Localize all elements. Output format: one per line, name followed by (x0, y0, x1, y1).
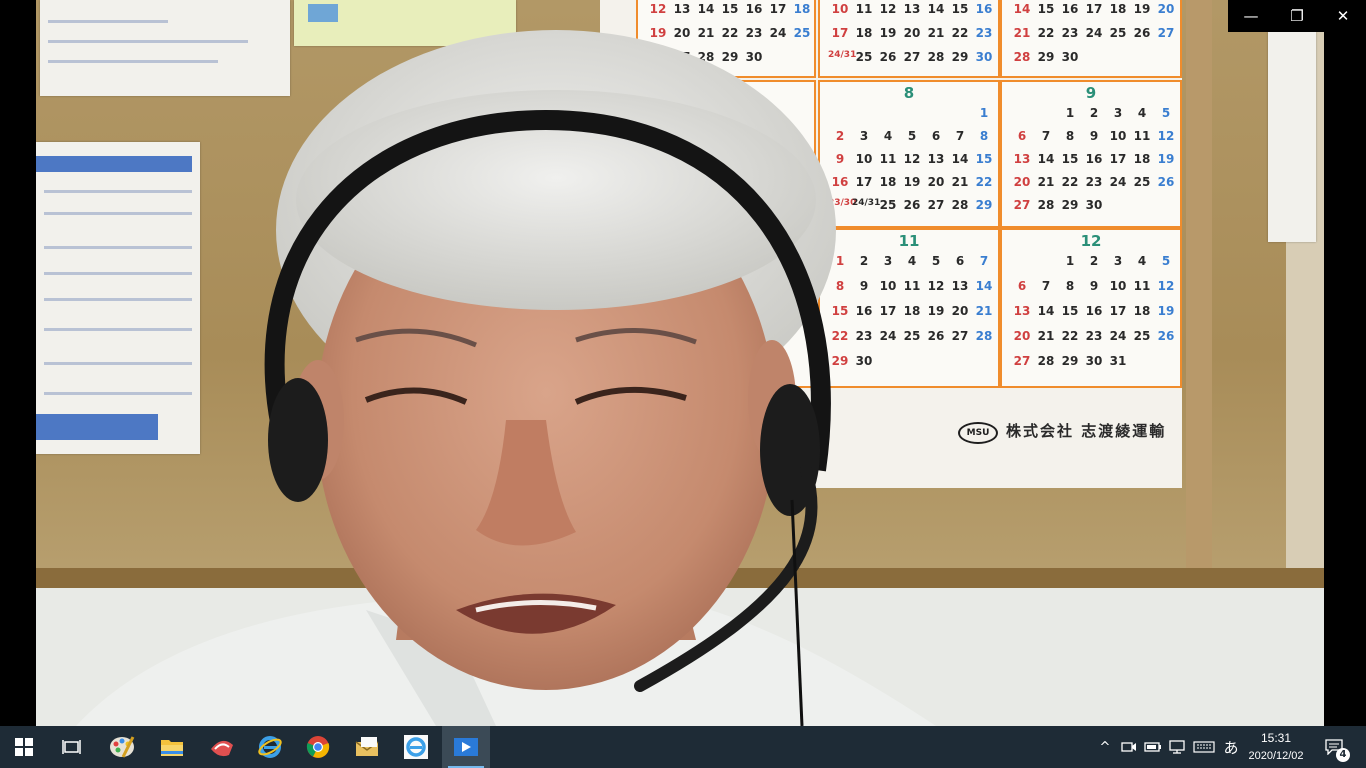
folder-icon (161, 740, 183, 756)
person-with-headset (76, 30, 936, 726)
action-center-button[interactable] (1316, 726, 1352, 768)
touch-keyboard-button[interactable] (1190, 726, 1218, 768)
taskbar-app-paint[interactable] (98, 726, 146, 768)
notification-count-badge: 4 (1336, 748, 1350, 762)
chrome-icon (306, 736, 330, 758)
paint-palette-icon (110, 736, 135, 758)
taskbar: ^ あ 15:31 2020/12/02 (0, 726, 1366, 768)
ie-icon (404, 735, 428, 759)
video-window: 12131415161718192021222324252627282930 1… (0, 0, 1366, 726)
ime-indicator[interactable]: あ (1220, 726, 1242, 768)
taskbar-app-mail[interactable] (344, 726, 392, 768)
taskbar-app-red[interactable] (198, 726, 246, 768)
taskbar-app-media-player[interactable] (442, 726, 490, 768)
minimize-button[interactable]: — (1228, 0, 1274, 32)
taskbar-app-chrome[interactable] (294, 726, 342, 768)
show-hidden-icons-button[interactable]: ^ (1094, 726, 1116, 768)
window-caption-buttons: — ❐ ✕ (1228, 0, 1366, 32)
restore-button[interactable]: ❐ (1274, 0, 1320, 32)
clock-time: 15:31 (1260, 731, 1292, 745)
taskbar-clock[interactable]: 15:31 2020/12/02 (1244, 730, 1308, 764)
battery-indicator[interactable] (1142, 726, 1164, 768)
red-app-icon (211, 740, 233, 757)
start-button[interactable] (0, 726, 48, 768)
windows-logo-icon (15, 738, 33, 756)
camera-icon (1121, 742, 1136, 752)
media-player-icon (454, 738, 478, 756)
keyboard-icon (1193, 741, 1215, 753)
task-view-icon (62, 740, 81, 754)
taskbar-app-internet-explorer[interactable] (246, 726, 294, 768)
network-icon (1169, 740, 1185, 754)
taskbar-app-file-explorer[interactable] (148, 726, 196, 768)
clock-date: 2020/12/02 (1248, 750, 1304, 762)
mail-icon (355, 737, 379, 756)
taskbar-app-internet-explorer-2[interactable] (392, 726, 440, 768)
meet-now-button[interactable] (1118, 726, 1140, 768)
video-feed: 12131415161718192021222324252627282930 1… (36, 0, 1324, 726)
task-view-button[interactable] (48, 726, 96, 768)
ie-icon (258, 736, 282, 758)
network-indicator[interactable] (1166, 726, 1188, 768)
close-button[interactable]: ✕ (1320, 0, 1366, 32)
battery-icon (1144, 742, 1161, 752)
